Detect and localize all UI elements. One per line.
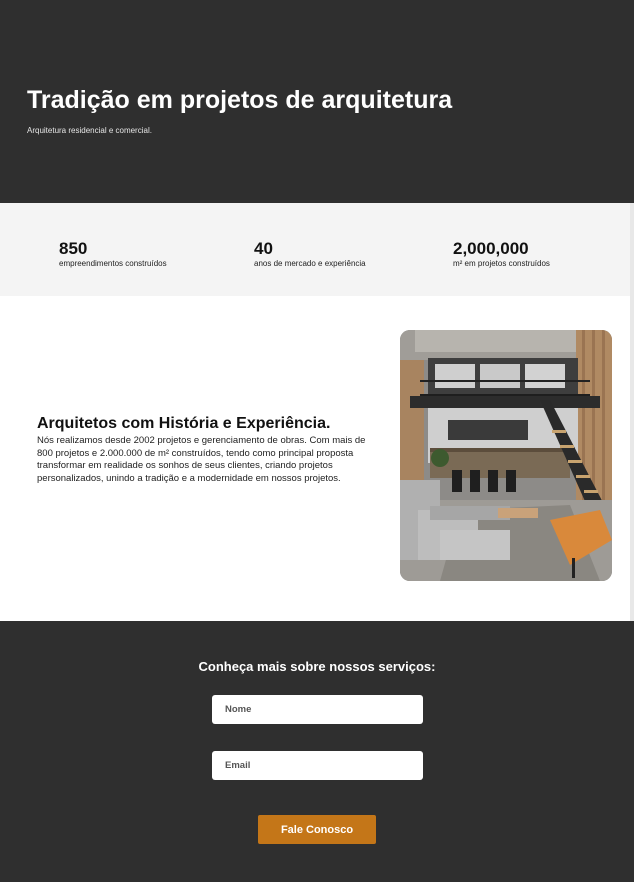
contact-submit-button[interactable]: Fale Conosco <box>258 815 376 844</box>
about-text: Nós realizamos desde 2002 projetos e ger… <box>37 435 366 484</box>
stat-value: 2,000,000 <box>453 239 529 258</box>
stat-years: 40 anos de mercado e experiência <box>254 239 366 269</box>
stat-label: anos de mercado e experiência <box>254 259 366 268</box>
about-title: Arquitetos com História e Experiência. <box>37 415 331 432</box>
contact-section: Conheça mais sobre nossos serviços: Fale… <box>0 621 634 882</box>
hero-section: Tradição em projetos de arquitetura Arqu… <box>0 0 634 203</box>
loft-interior-image <box>400 330 612 581</box>
about-section: Arquitetos com História e Experiência. N… <box>0 296 634 621</box>
stat-value: 40 <box>254 239 273 258</box>
stats-section: 850 empreendimentos construídos 40 anos … <box>0 203 634 296</box>
stat-area: 2,000,000 m² em projetos construídos <box>453 239 550 269</box>
contact-heading: Conheça mais sobre nossos serviços: <box>198 659 436 674</box>
name-field[interactable] <box>212 695 423 724</box>
stat-label: empreendimentos construídos <box>59 259 167 268</box>
stat-projects: 850 empreendimentos construídos <box>59 239 167 269</box>
stat-value: 850 <box>59 239 88 258</box>
page-scrollbar[interactable] <box>630 203 634 621</box>
email-field[interactable] <box>212 751 423 780</box>
hero-title: Tradição em projetos de arquitetura <box>27 86 453 114</box>
stat-label: m² em projetos construídos <box>453 259 550 268</box>
hero-subtitle: Arquitetura residencial e comercial. <box>27 126 152 135</box>
